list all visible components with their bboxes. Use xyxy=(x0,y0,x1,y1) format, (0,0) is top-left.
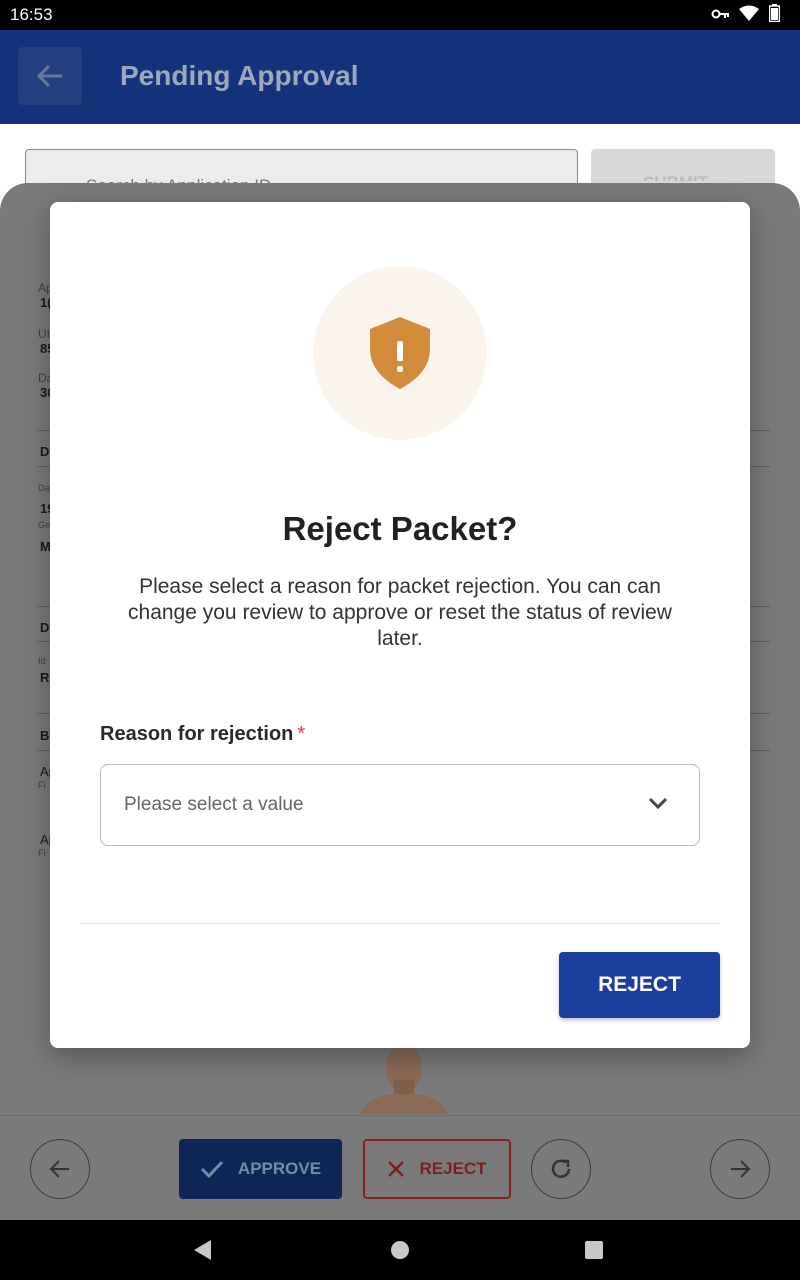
dialog-message: Please select a reason for packet reject… xyxy=(128,575,672,650)
select-placeholder: Please select a value xyxy=(124,794,304,815)
approve-button[interactable]: APPROVE xyxy=(179,1139,342,1199)
status-bar: 16:53 xyxy=(0,0,800,30)
dialog-divider xyxy=(80,923,720,924)
back-button[interactable] xyxy=(18,47,82,105)
previous-button[interactable] xyxy=(30,1139,90,1199)
dialog-title: Reject Packet? xyxy=(282,510,518,547)
nav-back-icon[interactable] xyxy=(194,1240,211,1260)
bg-fragment: Ge xyxy=(38,520,51,530)
required-marker: * xyxy=(297,723,306,745)
arrow-left-icon xyxy=(36,64,62,88)
reset-button[interactable] xyxy=(531,1139,591,1199)
check-icon xyxy=(200,1160,224,1179)
next-button[interactable] xyxy=(710,1139,770,1199)
nav-home-icon[interactable] xyxy=(391,1241,409,1259)
refresh-icon xyxy=(551,1159,571,1178)
arrow-left-icon xyxy=(49,1160,69,1178)
shield-warning-icon xyxy=(370,317,430,389)
battery-icon xyxy=(768,3,781,27)
wifi-icon xyxy=(739,5,759,26)
bg-fragment: UI xyxy=(38,327,50,341)
reject-button[interactable]: REJECT xyxy=(559,952,720,1018)
bg-fragment: Fi xyxy=(38,848,46,858)
chevron-down-icon xyxy=(648,797,668,810)
reason-label: Reason for rejection * xyxy=(100,723,305,746)
close-icon xyxy=(388,1161,405,1177)
warning-badge xyxy=(313,266,487,440)
reason-label-text: Reason for rejection xyxy=(100,723,294,745)
status-time: 16:53 xyxy=(10,5,53,24)
approve-label: APPROVE xyxy=(237,1159,322,1178)
nav-recent-icon[interactable] xyxy=(585,1241,603,1259)
reason-select[interactable]: Please select a value xyxy=(100,764,700,846)
vpn-key-icon xyxy=(711,5,729,25)
bottom-action-bar: APPROVE REJECT xyxy=(0,1115,800,1220)
bg-fragment: Id xyxy=(38,656,46,666)
bg-fragment: Fi xyxy=(38,780,46,790)
bg-fragment: Da xyxy=(38,483,50,493)
submit-label: SUBMIT xyxy=(643,173,708,181)
reject-label: REJECT xyxy=(419,1159,487,1178)
reject-button-background[interactable]: REJECT xyxy=(363,1139,511,1199)
page-title: Pending Approval xyxy=(120,60,359,91)
system-nav-bar xyxy=(0,1220,800,1280)
applicant-photo xyxy=(360,1044,448,1114)
reject-dialog: Reject Packet? Please select a reason fo… xyxy=(50,202,750,1048)
status-icons xyxy=(711,3,781,27)
app-bar: Pending Approval xyxy=(0,30,800,124)
arrow-right-icon xyxy=(731,1160,751,1178)
